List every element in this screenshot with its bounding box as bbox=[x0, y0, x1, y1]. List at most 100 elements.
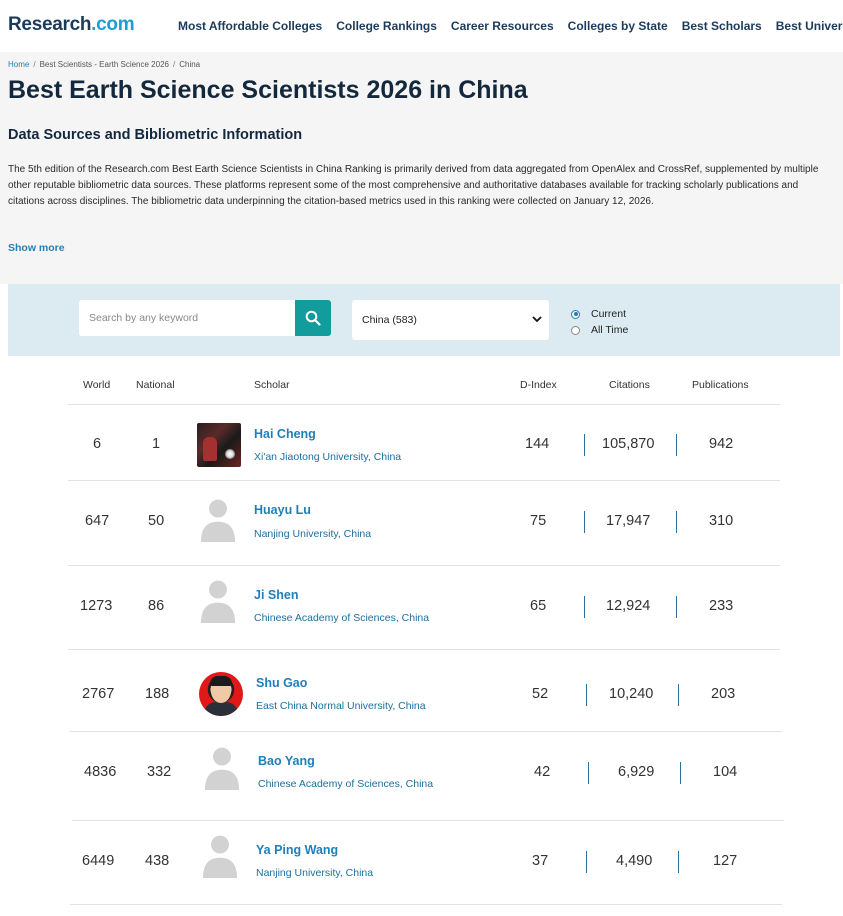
scholar-name[interactable]: Bao Yang bbox=[258, 754, 315, 768]
world-rank: 6449 bbox=[82, 853, 115, 869]
scholar-institution[interactable]: East China Normal University, China bbox=[256, 700, 426, 712]
scholar-photo[interactable] bbox=[199, 672, 243, 716]
citations-value: 10,240 bbox=[609, 686, 654, 702]
nav-most-affordable-colleges[interactable]: Most Affordable Colleges bbox=[178, 19, 322, 33]
world-rank: 2767 bbox=[82, 686, 115, 702]
row-divider bbox=[68, 649, 780, 650]
dindex-value: 144 bbox=[525, 436, 550, 452]
scholar-photo[interactable] bbox=[197, 423, 241, 467]
breadcrumb: Home / Best Scientists - Earth Science 202… bbox=[8, 60, 201, 69]
column-separator bbox=[676, 511, 677, 533]
header-dindex: D-Index bbox=[520, 379, 557, 391]
national-rank: 86 bbox=[148, 598, 165, 614]
scholar-institution[interactable]: Xi'an Jiaotong University, China bbox=[254, 451, 401, 463]
site-logo[interactable]: Research.com bbox=[8, 14, 135, 36]
dindex-value: 42 bbox=[534, 764, 551, 780]
column-separator bbox=[586, 851, 587, 873]
header-national: National bbox=[136, 379, 175, 391]
site-header: Research.com Most Affordable Colleges Co… bbox=[0, 0, 843, 52]
table-row[interactable]: 647 50 Huayu Lu Nanjing University, Chin… bbox=[68, 481, 780, 566]
avatar-placeholder-icon[interactable] bbox=[200, 746, 244, 790]
filter-bar: China (583) Current All Time bbox=[8, 284, 840, 356]
row-divider bbox=[70, 904, 782, 905]
citations-value: 17,947 bbox=[606, 513, 651, 529]
breadcrumb-ranking[interactable]: Best Scientists - Earth Science 2026 bbox=[40, 60, 169, 69]
scholar-name[interactable]: Hai Cheng bbox=[254, 427, 316, 441]
world-rank: 1273 bbox=[80, 598, 113, 614]
publications-value: 127 bbox=[713, 853, 738, 869]
publications-value: 310 bbox=[709, 513, 734, 529]
avatar-placeholder-icon[interactable] bbox=[198, 834, 242, 878]
header-world: World bbox=[83, 379, 111, 391]
scholar-institution[interactable]: Nanjing University, China bbox=[254, 528, 371, 540]
section-title: Data Sources and Bibliometric Informatio… bbox=[8, 127, 303, 143]
national-rank: 50 bbox=[148, 513, 165, 529]
search-icon bbox=[305, 310, 321, 326]
column-separator bbox=[588, 762, 589, 784]
scholar-name[interactable]: Shu Gao bbox=[256, 676, 307, 690]
breadcrumb-home[interactable]: Home bbox=[8, 60, 29, 69]
country-select-value: China (583) bbox=[362, 314, 417, 326]
citations-value: 12,924 bbox=[606, 598, 651, 614]
table-row[interactable]: 1273 86 Ji Shen Chinese Academy of Scien… bbox=[68, 566, 780, 650]
description-text: The 5th edition of the Research.com Best… bbox=[8, 164, 819, 207]
scholar-name[interactable]: Huayu Lu bbox=[254, 503, 311, 517]
world-rank: 4836 bbox=[84, 764, 117, 780]
period-radio-group: Current All Time bbox=[571, 306, 628, 338]
nav-career-resources[interactable]: Career Resources bbox=[451, 19, 554, 33]
main-nav: Most Affordable Colleges College Ranking… bbox=[178, 19, 843, 33]
scholar-institution[interactable]: Chinese Academy of Sciences, China bbox=[258, 778, 433, 790]
column-separator bbox=[584, 511, 585, 533]
header-citations: Citations bbox=[609, 379, 650, 391]
dindex-value: 75 bbox=[530, 513, 547, 529]
national-rank: 188 bbox=[145, 686, 170, 702]
scholar-name[interactable]: Ya Ping Wang bbox=[256, 843, 338, 857]
radio-current[interactable]: Current bbox=[571, 306, 628, 322]
scholar-institution[interactable]: Nanjing University, China bbox=[256, 867, 373, 879]
publications-value: 104 bbox=[713, 764, 738, 780]
table-row[interactable]: 6 1 Hai Cheng Xi'an Jiaotong University,… bbox=[68, 405, 780, 481]
search-button[interactable] bbox=[295, 300, 331, 336]
scholar-institution[interactable]: Chinese Academy of Sciences, China bbox=[254, 612, 429, 624]
search-box bbox=[79, 300, 331, 336]
country-select[interactable]: China (583) bbox=[352, 300, 549, 340]
header-scholar: Scholar bbox=[254, 379, 290, 391]
breadcrumb-country: China bbox=[179, 60, 201, 69]
national-rank: 438 bbox=[145, 853, 170, 869]
column-separator bbox=[680, 762, 681, 784]
national-rank: 1 bbox=[152, 436, 161, 452]
publications-value: 233 bbox=[709, 598, 734, 614]
world-rank: 647 bbox=[85, 513, 110, 529]
column-separator bbox=[586, 684, 587, 706]
publications-value: 203 bbox=[711, 686, 736, 702]
nav-best-scholars[interactable]: Best Scholars bbox=[682, 19, 762, 33]
nav-colleges-by-state[interactable]: Colleges by State bbox=[568, 19, 668, 33]
table-row[interactable]: 2767 188 Shu Gao East China Normal Unive… bbox=[70, 654, 782, 732]
column-separator bbox=[678, 684, 679, 706]
dindex-value: 52 bbox=[532, 686, 549, 702]
nav-best-universities[interactable]: Best Universities bbox=[776, 19, 843, 33]
radio-current-button[interactable] bbox=[571, 309, 580, 319]
page-title: Best Earth Science Scientists 2026 in Ch… bbox=[8, 76, 528, 104]
nav-college-rankings[interactable]: College Rankings bbox=[336, 19, 437, 33]
world-rank: 6 bbox=[93, 436, 102, 452]
publications-value: 942 bbox=[709, 436, 734, 452]
column-separator bbox=[584, 434, 585, 456]
search-input[interactable] bbox=[79, 300, 295, 336]
citations-value: 105,870 bbox=[602, 436, 655, 452]
scholar-name[interactable]: Ji Shen bbox=[254, 588, 298, 602]
citations-value: 4,490 bbox=[616, 853, 653, 869]
column-separator bbox=[676, 434, 677, 456]
avatar-placeholder-icon[interactable] bbox=[196, 498, 240, 542]
dindex-value: 37 bbox=[532, 853, 549, 869]
radio-all-time-button[interactable] bbox=[571, 325, 580, 335]
table-row[interactable]: 6449 438 Ya Ping Wang Nanjing University… bbox=[70, 821, 782, 905]
radio-all-time[interactable]: All Time bbox=[571, 322, 628, 338]
column-separator bbox=[678, 851, 679, 873]
radio-all-time-label: All Time bbox=[591, 324, 629, 336]
show-more-link[interactable]: Show more bbox=[8, 242, 65, 254]
header-publications: Publications bbox=[692, 379, 749, 391]
column-separator bbox=[676, 596, 677, 618]
table-row[interactable]: 4836 332 Bao Yang Chinese Academy of Sci… bbox=[72, 732, 784, 821]
avatar-placeholder-icon[interactable] bbox=[196, 579, 240, 623]
